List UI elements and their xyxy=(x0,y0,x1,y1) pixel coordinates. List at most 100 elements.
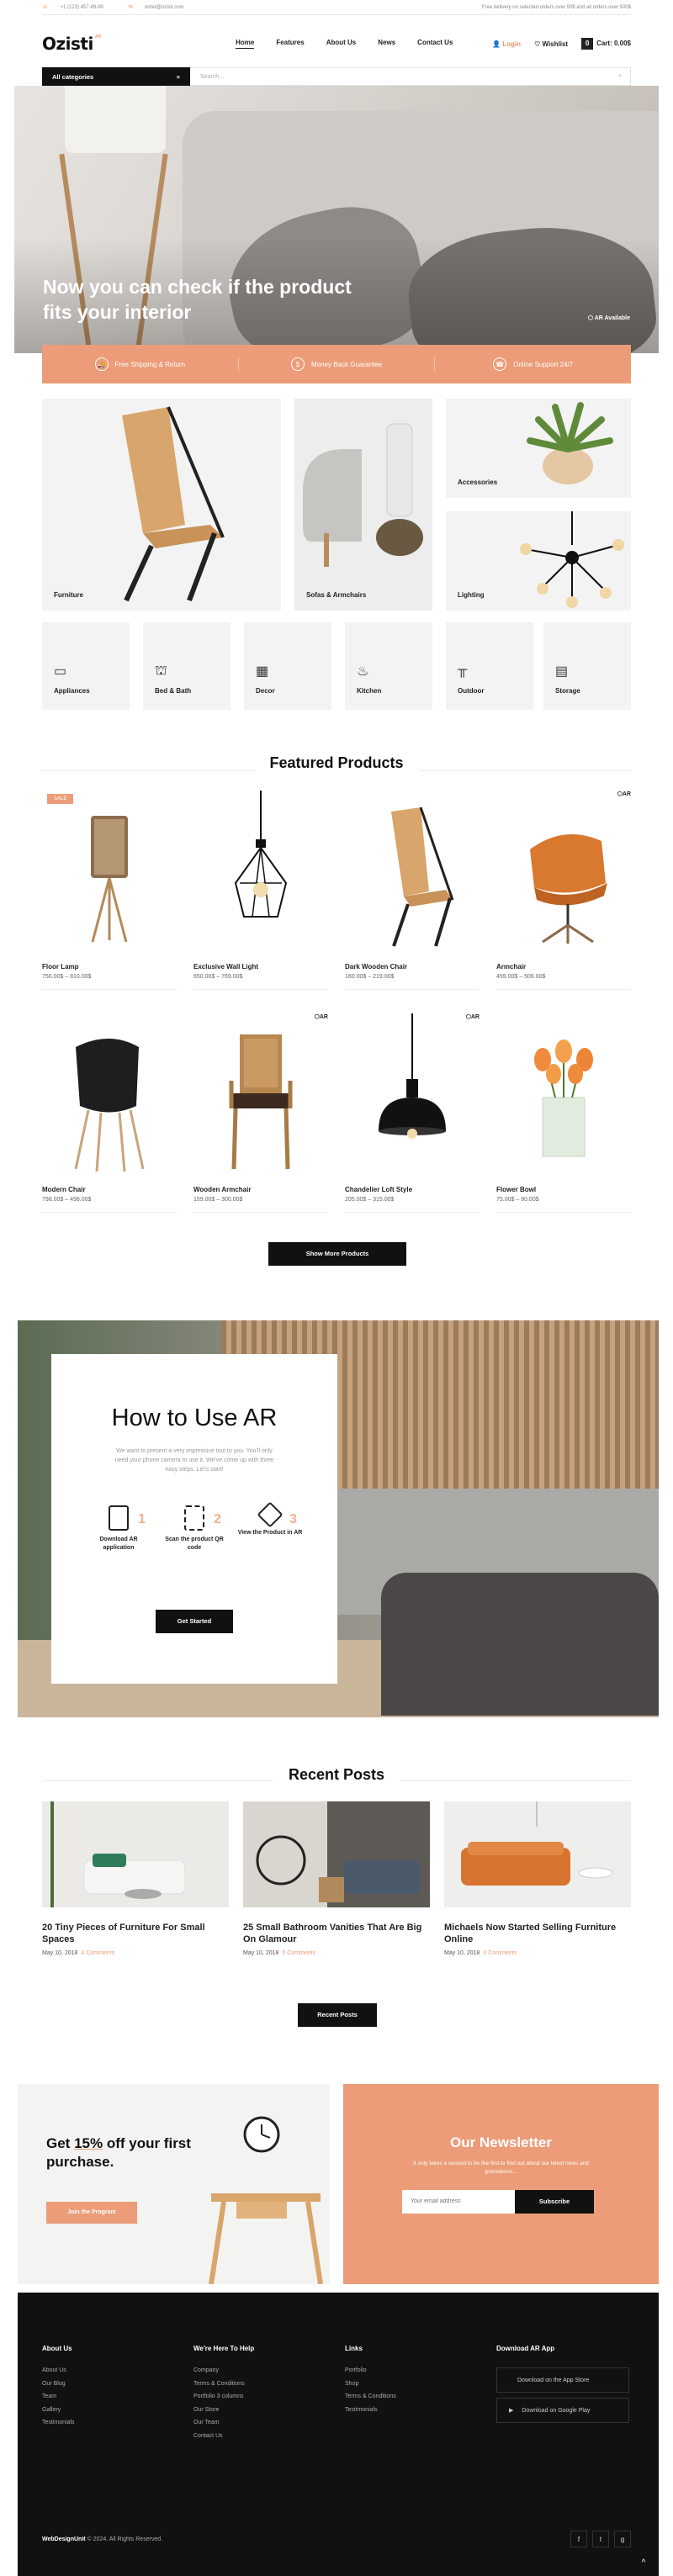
search-input[interactable]: Search... ⌕ xyxy=(190,67,631,86)
qr-code-icon xyxy=(184,1505,204,1531)
post-title[interactable]: Michaels Now Started Selling Furniture O… xyxy=(444,1922,631,1945)
ar-available-badge[interactable]: ⬡ AR Available xyxy=(588,315,630,321)
ar-badge[interactable]: ⬡AR xyxy=(617,791,631,797)
category-sofas[interactable]: Sofas & Armchairs xyxy=(294,399,432,611)
nav-contact[interactable]: Contact Us xyxy=(417,39,453,49)
product-card[interactable]: Dark Wooden Chair 160.00$ – 219.00$ xyxy=(345,791,480,992)
site-footer: About Us About Us Our Blog Team Gallery … xyxy=(18,2293,659,2576)
ar-step-download: 1 Download AR application xyxy=(85,1505,152,1552)
kitchen-icon: ♨ xyxy=(357,664,369,679)
product-name[interactable]: Exclusive Wall Light xyxy=(193,963,258,971)
category-kitchen[interactable]: ♨ Kitchen xyxy=(345,622,432,710)
product-card[interactable]: ⬡AR Wooden Armchair 159.00$ – 300.00$ xyxy=(193,1013,328,1215)
categories-dropdown[interactable]: All categories ≡ xyxy=(42,67,190,86)
category-outdoor[interactable]: ╥ Outdoor xyxy=(446,622,533,710)
footer-link[interactable]: Contact Us xyxy=(193,2433,336,2439)
footer-link[interactable]: Our Team xyxy=(193,2420,336,2425)
product-card[interactable]: ⬡AR Chandelier Loft Style 205.00$ – 315.… xyxy=(345,1013,480,1215)
footer-col-help: We're Here To Help Company Terms & Condi… xyxy=(193,2345,336,2446)
category-lighting[interactable]: Lighting xyxy=(446,511,631,611)
facebook-icon[interactable]: f xyxy=(570,2531,587,2547)
post-comments[interactable]: 0 Comments xyxy=(483,1950,517,1956)
wishlist-label[interactable]: Wishlist xyxy=(542,40,568,48)
footer-link[interactable]: Terms & Conditions xyxy=(345,2394,488,2399)
footer-link[interactable]: Portfolio xyxy=(345,2367,488,2373)
login-label[interactable]: Login xyxy=(502,40,521,48)
bathroom-image xyxy=(243,1801,430,1907)
post-comments[interactable]: 4 Comments xyxy=(81,1950,114,1956)
ar-section: How to Use AR We want to present a very … xyxy=(18,1320,659,1717)
nav-news[interactable]: News xyxy=(378,39,395,49)
email-field[interactable] xyxy=(402,2190,515,2214)
product-card[interactable]: Modern Chair 798.00$ – 498.00$ xyxy=(42,1013,177,1215)
footer-link[interactable]: Company xyxy=(193,2367,336,2373)
wishlist-link[interactable]: ♡ Wishlist xyxy=(534,40,568,48)
product-name[interactable]: Wooden Armchair xyxy=(193,1186,251,1193)
category-storage[interactable]: ▤ Storage xyxy=(543,622,631,710)
product-price: 650.00$ – 769.00$ xyxy=(193,974,243,980)
product-name[interactable]: Flower Bowl xyxy=(496,1186,536,1193)
category-decor[interactable]: ▦ Decor xyxy=(244,622,331,710)
footer-link[interactable]: Testimonials xyxy=(345,2407,488,2413)
nav-home[interactable]: Home xyxy=(236,39,255,49)
blog-post[interactable]: 25 Small Bathroom Vanities That Are Big … xyxy=(243,1801,430,1956)
subscribe-button[interactable]: Subscribe xyxy=(515,2190,594,2214)
category-furniture[interactable]: Furniture xyxy=(42,399,281,611)
footer-link[interactable]: Our Blog xyxy=(42,2381,185,2387)
category-appliances[interactable]: ▭ Appliances xyxy=(42,622,130,710)
product-card[interactable]: ⬡AR Armchair 459.00$ – 506.00$ xyxy=(496,791,631,992)
copyright-brand[interactable]: WebDesignUnit xyxy=(42,2536,86,2542)
footer-link[interactable]: Terms & Conditions xyxy=(193,2381,336,2387)
product-name[interactable]: Armchair xyxy=(496,963,526,971)
google-play-button[interactable]: ▶ Download on Google Play xyxy=(496,2398,629,2423)
cart-label[interactable]: Cart: 0.00$ xyxy=(596,40,631,47)
logo[interactable]: Ozisti AR xyxy=(42,34,102,54)
category-label: Decor xyxy=(256,687,275,695)
get-started-button[interactable]: Get Started xyxy=(156,1610,233,1633)
phone-icon xyxy=(109,1505,129,1531)
product-card[interactable]: Flower Bowl 75.00$ – 80.00$ xyxy=(496,1013,631,1215)
blog-post[interactable]: Michaels Now Started Selling Furniture O… xyxy=(444,1801,631,1956)
footer-link[interactable]: Portfolio 3 columns xyxy=(193,2394,336,2399)
feature-money-back: $ Money Back Guarantee xyxy=(239,357,436,371)
headset-icon: ☎ xyxy=(493,357,507,371)
flower-bowl-image xyxy=(534,1039,593,1157)
email-info[interactable]: ✉ order@ozisti.com xyxy=(129,5,196,10)
cart-link[interactable]: 0 Cart: 0.00$ xyxy=(581,38,631,50)
product-name[interactable]: Chandelier Loft Style xyxy=(345,1186,412,1193)
footer-link[interactable]: About Us xyxy=(42,2367,185,2373)
footer-link[interactable]: Gallery xyxy=(42,2407,185,2413)
show-more-button[interactable]: Show More Products xyxy=(268,1242,406,1266)
login-link[interactable]: 👤 Login xyxy=(492,40,521,48)
search-icon[interactable]: ⌕ xyxy=(618,73,622,80)
back-to-top-button[interactable]: ^ xyxy=(635,2555,652,2572)
twitter-icon[interactable]: t xyxy=(592,2531,609,2547)
category-label: Furniture xyxy=(54,591,84,599)
logo-text[interactable]: Ozisti xyxy=(42,34,93,54)
join-program-button[interactable]: Join the Program xyxy=(46,2202,137,2224)
product-name[interactable]: Dark Wooden Chair xyxy=(345,963,407,971)
category-accessories[interactable]: Accessories xyxy=(446,399,631,498)
recent-posts-button[interactable]: Recent Posts xyxy=(298,2003,377,2027)
product-card[interactable]: SALE Floor Lamp 750.00$ – 810.00$ xyxy=(42,791,177,992)
product-name[interactable]: Floor Lamp xyxy=(42,963,79,971)
footer-heading: Download AR App xyxy=(496,2345,555,2352)
footer-link[interactable]: Team xyxy=(42,2394,185,2399)
app-store-button[interactable]: Download on the App Store xyxy=(496,2367,629,2393)
post-title[interactable]: 20 Tiny Pieces of Furniture For Small Sp… xyxy=(42,1922,229,1945)
footer-link[interactable]: Shop xyxy=(345,2381,488,2387)
google-icon[interactable]: g xyxy=(614,2531,631,2547)
footer-link[interactable]: Testimonials xyxy=(42,2420,185,2425)
nav-features[interactable]: Features xyxy=(276,39,304,49)
product-card[interactable]: Exclusive Wall Light 650.00$ – 769.00$ xyxy=(193,791,328,992)
blog-post[interactable]: 20 Tiny Pieces of Furniture For Small Sp… xyxy=(42,1801,229,1956)
footer-link[interactable]: Our Store xyxy=(193,2407,336,2413)
post-title[interactable]: 25 Small Bathroom Vanities That Are Big … xyxy=(243,1922,430,1945)
post-comments[interactable]: 0 Comments xyxy=(282,1950,315,1956)
nav-about[interactable]: About Us xyxy=(326,39,357,49)
dark-wooden-chair-image xyxy=(391,807,454,947)
email-text[interactable]: order@ozisti.com xyxy=(145,5,184,10)
category-bed-bath[interactable]: ⛫ Bed & Bath xyxy=(143,622,231,710)
product-name[interactable]: Modern Chair xyxy=(42,1186,86,1193)
newsletter: Our Newsletter It only takes a second to… xyxy=(343,2084,659,2284)
